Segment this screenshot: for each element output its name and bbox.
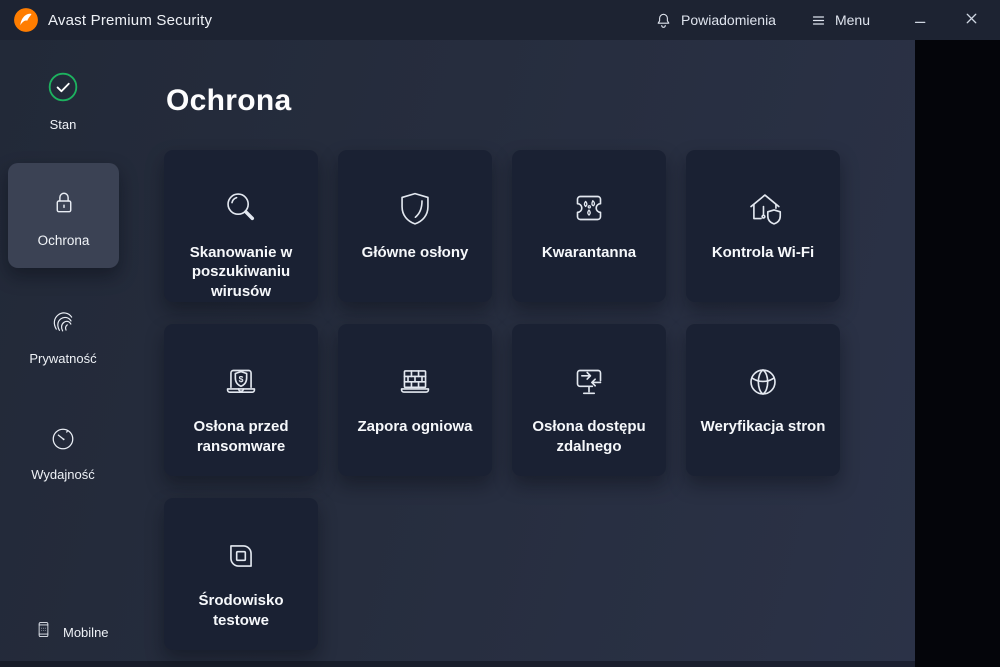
sidebar-item-label: Ochrona [37, 232, 90, 248]
page-title: Ochrona [166, 84, 292, 117]
feature-card[interactable]: Środowisko testowe [164, 498, 318, 650]
app-window: Avast Premium Security Powiadomienia Men… [0, 0, 1000, 667]
fingerprint-icon [44, 303, 82, 346]
status-check-icon [43, 67, 83, 112]
feature-card[interactable]: Kwarantanna [512, 150, 666, 302]
bell-icon [654, 11, 673, 30]
svg-text:$: $ [239, 374, 244, 384]
feature-grid: Skanowanie w poszukiwaniu wirusów Główne… [164, 150, 840, 650]
minimize-button[interactable] [908, 6, 933, 34]
gauge-icon [45, 421, 81, 462]
sidebar-item-label: Wydajność [31, 467, 95, 482]
close-button[interactable] [959, 6, 984, 34]
ransomware-shield-icon: $ [218, 358, 264, 406]
feature-card-label: Kwarantanna [541, 244, 637, 261]
quarantine-icon [566, 184, 612, 232]
notifications-button[interactable]: Powiadomienia [652, 7, 778, 34]
feature-card-label: Weryfikacja stron [700, 418, 826, 435]
globe-icon [740, 358, 786, 406]
sidebar-item-ochrona[interactable]: Ochrona [8, 163, 119, 268]
notifications-label: Powiadomienia [681, 12, 776, 28]
feature-card-label: Główne osłony [361, 244, 469, 261]
menu-button[interactable]: Menu [808, 8, 872, 33]
sidebar-item-label: Stan [49, 117, 77, 132]
minimize-icon [912, 10, 929, 30]
feature-card-label: Skanowanie w poszukiwaniu wirusów [189, 243, 293, 301]
phone-icon [33, 619, 54, 645]
sidebar-item-mobilne[interactable]: Mobilne [33, 619, 109, 645]
sidebar-item-prywatnosc[interactable]: Prywatność [0, 303, 126, 366]
feature-card[interactable]: Osłona dostępu zdalnego [512, 324, 666, 476]
feature-card[interactable]: Skanowanie w poszukiwaniu wirusów [164, 150, 318, 302]
shield-icon [392, 184, 438, 232]
lock-icon [45, 184, 83, 227]
feature-card[interactable]: Kontrola Wi-Fi [686, 150, 840, 302]
sidebar-item-stan[interactable]: Stan [0, 67, 126, 132]
menu-label: Menu [834, 12, 870, 28]
firewall-icon [392, 358, 438, 406]
feature-card-label: Kontrola Wi-Fi [711, 244, 815, 261]
window-bottom-edge [0, 661, 915, 667]
sidebar-item-label: Prywatność [29, 351, 97, 366]
titlebar: Avast Premium Security Powiadomienia Men… [0, 0, 1000, 40]
desktop-background [915, 40, 1000, 667]
hamburger-icon [810, 12, 827, 29]
titlebar-right: Powiadomienia Menu [652, 6, 1000, 34]
avast-logo-icon [13, 7, 39, 33]
feature-card-label: Osłona przed ransomware [193, 418, 289, 455]
sandbox-icon [218, 532, 264, 580]
app-body: Stan Ochrona Prywatność Wydajność Mobiln… [0, 40, 915, 667]
titlebar-left: Avast Premium Security [0, 7, 212, 33]
app-title: Avast Premium Security [48, 11, 213, 29]
remote-access-icon [566, 358, 612, 406]
wifi-home-icon [740, 184, 786, 232]
feature-card-label: Osłona dostępu zdalnego [532, 418, 646, 455]
feature-card[interactable]: $ Osłona przed ransomware [164, 324, 318, 476]
feature-card[interactable]: Zapora ogniowa [338, 324, 492, 476]
sidebar-item-wydajnosc[interactable]: Wydajność [0, 421, 126, 482]
search-icon [218, 184, 264, 232]
feature-card[interactable]: Weryfikacja stron [686, 324, 840, 476]
feature-card[interactable]: Główne osłony [338, 150, 492, 302]
feature-card-label: Zapora ogniowa [357, 418, 473, 435]
feature-card-label: Środowisko testowe [198, 592, 284, 629]
sidebar-item-label: Mobilne [63, 624, 109, 640]
close-icon [963, 10, 980, 30]
